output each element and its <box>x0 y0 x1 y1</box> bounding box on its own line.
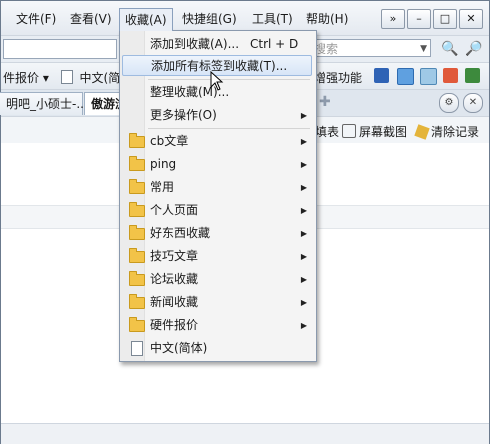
menu-folder-goodstuff[interactable]: 好东西收藏 ▶ <box>122 223 312 244</box>
browser-window: 文件(F) 查看(V) 收藏(A) 快捷组(G) 工具(T) 帮助(H) » –… <box>0 0 490 444</box>
folder-icon <box>129 179 145 194</box>
menu-page-chinese[interactable]: 中文(简体) <box>122 338 312 359</box>
screenshot-tool-icon[interactable] <box>397 68 414 85</box>
submenu-arrow-icon: ▶ <box>300 137 307 146</box>
submenu-arrow-icon: ▶ <box>300 252 307 261</box>
menu-view[interactable]: 查看(V) <box>65 9 117 29</box>
menu-file[interactable]: 文件(F) <box>11 9 61 29</box>
close-button[interactable]: ✕ <box>459 9 483 29</box>
menu-item-label: 技巧文章 <box>150 249 199 263</box>
chevron-down-icon[interactable]: ▼ <box>420 40 427 58</box>
mouse-cursor-icon <box>210 71 224 91</box>
menu-folder-common[interactable]: 常用 ▶ <box>122 177 312 198</box>
toolbar-left: 件报价 ▾ 中文(简体 <box>3 69 132 86</box>
notes-icon[interactable] <box>420 68 437 85</box>
address-input[interactable] <box>3 39 117 59</box>
submenu-arrow-icon: ▶ <box>300 160 307 169</box>
broom-icon <box>414 124 430 140</box>
menu-folder-cb[interactable]: cb文章 ▶ <box>122 131 312 152</box>
menu-add-favorite[interactable]: 添加到收藏(A)... Ctrl + D <box>122 34 312 55</box>
search-input[interactable]: 搜索 ▼ <box>309 39 431 57</box>
submenu-arrow-icon: ▶ <box>300 321 307 330</box>
tool-icon[interactable] <box>443 68 458 83</box>
plugin-icon[interactable] <box>374 68 389 83</box>
submenu-arrow-icon: ▶ <box>300 183 307 192</box>
menu-folder-tips[interactable]: 技巧文章 ▶ <box>122 246 312 267</box>
folder-icon <box>129 225 145 240</box>
folder-icon <box>129 294 145 309</box>
menu-folder-hardware[interactable]: 硬件报价 ▶ <box>122 315 312 336</box>
menu-item-label: cb文章 <box>150 134 189 148</box>
folder-icon <box>129 156 145 171</box>
menu-item-label: 个人页面 <box>150 203 199 217</box>
screenshot-label: 屏幕截图 <box>359 125 408 139</box>
submenu-arrow-icon: ▶ <box>300 229 307 238</box>
clear-history-label: 清除记录 <box>431 125 480 139</box>
chevron-down-icon[interactable]: ▾ <box>43 71 49 85</box>
clear-history-button[interactable]: 清除记录 <box>414 123 480 140</box>
minimize-button[interactable]: – <box>407 9 431 29</box>
menu-item-label: 中文(简体) <box>150 341 208 355</box>
page-icon <box>131 341 143 356</box>
fill-form-button[interactable]: 填表 <box>315 123 339 140</box>
folder-icon <box>129 133 145 148</box>
menu-folder-personal[interactable]: 个人页面 ▶ <box>122 200 312 221</box>
zoom-icon[interactable]: 🔎 <box>465 41 482 57</box>
shortcut-label: Ctrl + D <box>250 37 299 51</box>
folder-icon <box>129 317 145 332</box>
menu-folder-forums[interactable]: 论坛收藏 ▶ <box>122 269 312 290</box>
menu-item-label: 更多操作(O) <box>150 108 217 122</box>
submenu-arrow-icon: ▶ <box>300 298 307 307</box>
menu-item-label: 新闻收藏 <box>150 295 199 309</box>
page-icon <box>60 70 73 84</box>
game-icon[interactable] <box>465 68 480 83</box>
maximize-button[interactable]: □ <box>433 9 457 29</box>
menu-item-label: 添加到收藏(A)... <box>150 37 240 51</box>
camera-icon <box>342 124 356 138</box>
menu-item-label: 硬件报价 <box>150 318 199 332</box>
menu-item-label: ping <box>150 157 177 171</box>
menu-item-label: 常用 <box>150 180 175 194</box>
enhance-link[interactable]: 增强功能 <box>314 69 362 86</box>
fill-form-label: 填表 <box>315 125 340 139</box>
window-controls: » – □ ✕ <box>381 9 483 29</box>
new-tab-icon[interactable]: ✚ <box>319 94 331 110</box>
folder-icon <box>129 248 145 263</box>
screenshot-button[interactable]: 屏幕截图 <box>342 123 407 140</box>
menu-favorites[interactable]: 收藏(A) <box>119 8 173 31</box>
submenu-arrow-icon: ▶ <box>300 111 307 120</box>
submenu-arrow-icon: ▶ <box>300 206 307 215</box>
menu-tools[interactable]: 工具(T) <box>247 9 298 29</box>
menu-separator <box>148 128 310 129</box>
menu-groups[interactable]: 快捷组(G) <box>177 9 242 29</box>
folder-icon <box>129 271 145 286</box>
collapse-button[interactable]: » <box>381 9 405 29</box>
search-icon[interactable]: 🔍 <box>441 41 458 57</box>
search-placeholder: 搜索 <box>314 42 339 56</box>
wrench-icon[interactable]: ⚙ <box>439 93 459 113</box>
menu-separator <box>148 79 310 80</box>
status-bar <box>1 423 489 444</box>
menu-item-label: 论坛收藏 <box>150 272 199 286</box>
menu-help[interactable]: 帮助(H) <box>301 9 353 29</box>
tab-forum[interactable]: 明吧_小硕士-... <box>0 92 88 115</box>
menu-folder-news[interactable]: 新闻收藏 ▶ <box>122 292 312 313</box>
menu-item-label: 好东西收藏 <box>150 226 211 240</box>
submenu-arrow-icon: ▶ <box>300 275 307 284</box>
tab-close-icon[interactable]: ✕ <box>463 93 483 113</box>
menu-folder-ping[interactable]: ping ▶ <box>122 154 312 175</box>
folder-icon <box>129 202 145 217</box>
price-link[interactable]: 件报价 <box>3 71 39 85</box>
menu-more-actions[interactable]: 更多操作(O) ▶ <box>122 105 312 126</box>
